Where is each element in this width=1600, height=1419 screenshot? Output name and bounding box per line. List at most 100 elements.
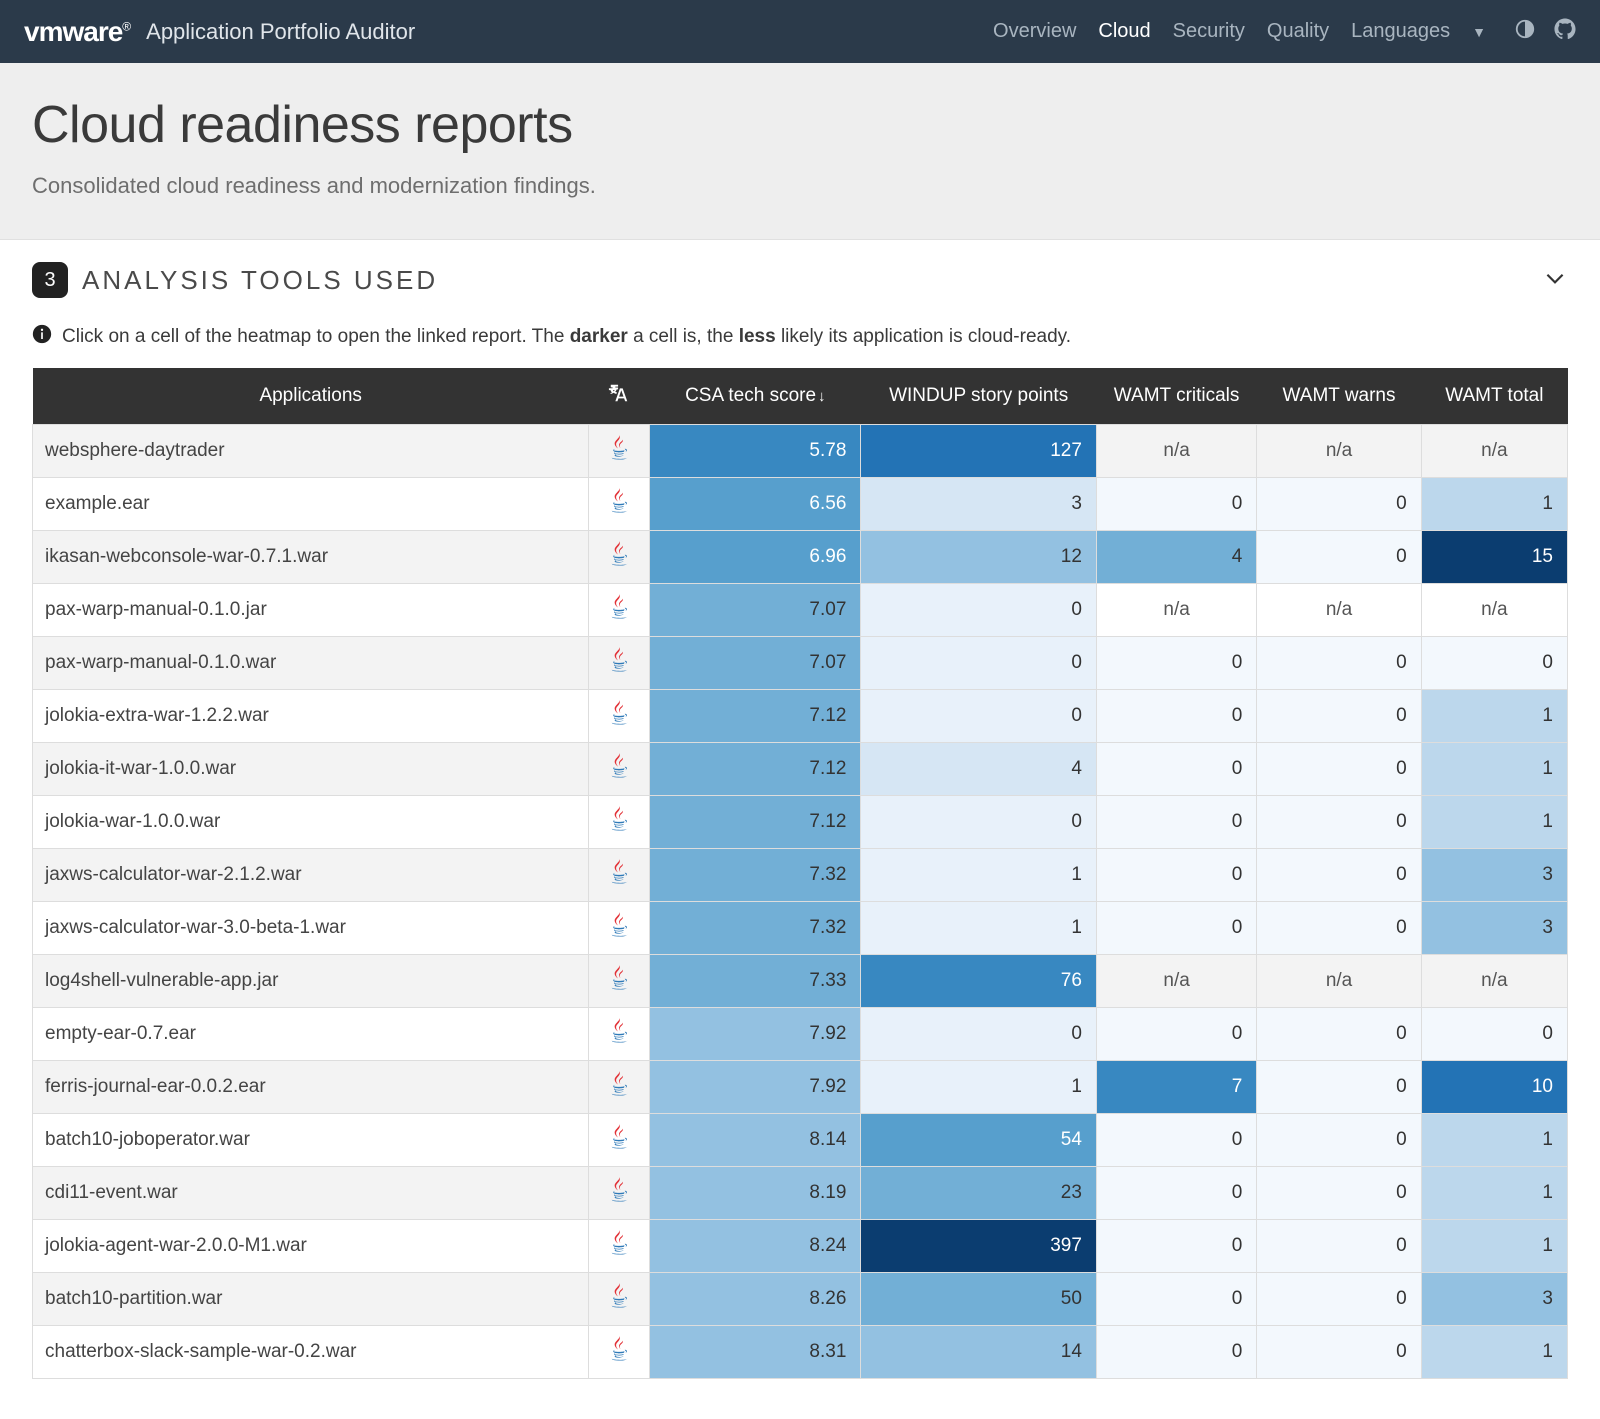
wcrit-cell[interactable]: 0 xyxy=(1096,849,1256,902)
windup-cell[interactable]: 12 xyxy=(861,531,1097,584)
col-wamt-total[interactable]: WAMT total xyxy=(1421,368,1567,425)
wcrit-cell[interactable]: 4 xyxy=(1096,531,1256,584)
csa-cell[interactable]: 7.33 xyxy=(650,955,861,1008)
wcrit-cell[interactable]: 0 xyxy=(1096,637,1256,690)
csa-cell[interactable]: 7.12 xyxy=(650,690,861,743)
windup-cell[interactable]: 0 xyxy=(861,584,1097,637)
app-name-cell[interactable]: pax-warp-manual-0.1.0.jar xyxy=(33,584,589,637)
csa-cell[interactable]: 8.14 xyxy=(650,1114,861,1167)
wwarn-cell[interactable]: 0 xyxy=(1257,902,1421,955)
wcrit-cell[interactable]: 0 xyxy=(1096,478,1256,531)
app-name-cell[interactable]: chatterbox-slack-sample-war-0.2.war xyxy=(33,1326,589,1379)
wcrit-cell[interactable]: 0 xyxy=(1096,743,1256,796)
wtotal-cell[interactable]: 1 xyxy=(1421,1220,1567,1273)
csa-cell[interactable]: 5.78 xyxy=(650,425,861,478)
csa-cell[interactable]: 7.32 xyxy=(650,849,861,902)
csa-cell[interactable]: 7.92 xyxy=(650,1008,861,1061)
tools-header[interactable]: 3 ANALYSIS TOOLS USED xyxy=(32,262,1568,298)
app-name-cell[interactable]: batch10-partition.war xyxy=(33,1273,589,1326)
wtotal-cell[interactable]: 1 xyxy=(1421,1326,1567,1379)
csa-cell[interactable]: 8.26 xyxy=(650,1273,861,1326)
wwarn-cell[interactable]: 0 xyxy=(1257,849,1421,902)
windup-cell[interactable]: 4 xyxy=(861,743,1097,796)
app-name-cell[interactable]: jolokia-it-war-1.0.0.war xyxy=(33,743,589,796)
windup-cell[interactable]: 0 xyxy=(861,690,1097,743)
wcrit-cell[interactable]: 0 xyxy=(1096,1167,1256,1220)
wtotal-cell[interactable]: 3 xyxy=(1421,849,1567,902)
col-wamt-warns[interactable]: WAMT warns xyxy=(1257,368,1421,425)
theme-toggle-icon[interactable] xyxy=(1514,18,1536,46)
windup-cell[interactable]: 1 xyxy=(861,849,1097,902)
wtotal-cell[interactable]: 1 xyxy=(1421,1167,1567,1220)
wwarn-cell[interactable]: 0 xyxy=(1257,1326,1421,1379)
app-name-cell[interactable]: jolokia-war-1.0.0.war xyxy=(33,796,589,849)
wtotal-cell[interactable]: 1 xyxy=(1421,1114,1567,1167)
col-language[interactable] xyxy=(589,368,650,425)
windup-cell[interactable]: 1 xyxy=(861,902,1097,955)
col-csa-score[interactable]: CSA tech score↓ xyxy=(650,368,861,425)
wtotal-cell[interactable]: 15 xyxy=(1421,531,1567,584)
windup-cell[interactable]: 76 xyxy=(861,955,1097,1008)
wwarn-cell[interactable]: 0 xyxy=(1257,1008,1421,1061)
wcrit-cell[interactable]: 0 xyxy=(1096,902,1256,955)
app-name-cell[interactable]: jaxws-calculator-war-3.0-beta-1.war xyxy=(33,902,589,955)
wtotal-cell[interactable]: 1 xyxy=(1421,743,1567,796)
wwarn-cell[interactable]: 0 xyxy=(1257,1167,1421,1220)
wtotal-cell[interactable]: 10 xyxy=(1421,1061,1567,1114)
nav-quality[interactable]: Quality xyxy=(1267,20,1329,43)
wtotal-cell[interactable]: 3 xyxy=(1421,1273,1567,1326)
windup-cell[interactable]: 3 xyxy=(861,478,1097,531)
csa-cell[interactable]: 7.32 xyxy=(650,902,861,955)
csa-cell[interactable]: 8.19 xyxy=(650,1167,861,1220)
windup-cell[interactable]: 397 xyxy=(861,1220,1097,1273)
app-name-cell[interactable]: jolokia-extra-war-1.2.2.war xyxy=(33,690,589,743)
csa-cell[interactable]: 7.12 xyxy=(650,743,861,796)
wwarn-cell[interactable]: 0 xyxy=(1257,796,1421,849)
col-wamt-criticals[interactable]: WAMT criticals xyxy=(1096,368,1256,425)
wwarn-cell[interactable]: 0 xyxy=(1257,478,1421,531)
windup-cell[interactable]: 54 xyxy=(861,1114,1097,1167)
csa-cell[interactable]: 6.96 xyxy=(650,531,861,584)
app-name-cell[interactable]: jolokia-agent-war-2.0.0-M1.war xyxy=(33,1220,589,1273)
app-name-cell[interactable]: cdi11-event.war xyxy=(33,1167,589,1220)
wtotal-cell[interactable]: 3 xyxy=(1421,902,1567,955)
nav-languages[interactable]: Languages xyxy=(1351,20,1450,43)
wwarn-cell[interactable]: 0 xyxy=(1257,743,1421,796)
csa-cell[interactable]: 8.31 xyxy=(650,1326,861,1379)
wcrit-cell[interactable]: 0 xyxy=(1096,1008,1256,1061)
windup-cell[interactable]: 127 xyxy=(861,425,1097,478)
app-name-cell[interactable]: ikasan-webconsole-war-0.7.1.war xyxy=(33,531,589,584)
csa-cell[interactable]: 7.07 xyxy=(650,584,861,637)
csa-cell[interactable]: 6.56 xyxy=(650,478,861,531)
wwarn-cell[interactable]: 0 xyxy=(1257,1061,1421,1114)
app-name-cell[interactable]: log4shell-vulnerable-app.jar xyxy=(33,955,589,1008)
wtotal-cell[interactable]: 1 xyxy=(1421,478,1567,531)
nav-security[interactable]: Security xyxy=(1173,20,1245,43)
wwarn-cell[interactable]: 0 xyxy=(1257,690,1421,743)
col-applications[interactable]: Applications xyxy=(33,368,589,425)
nav-dropdown-caret[interactable]: ▼ xyxy=(1472,24,1486,40)
app-name-cell[interactable]: example.ear xyxy=(33,478,589,531)
wwarn-cell[interactable]: 0 xyxy=(1257,531,1421,584)
wcrit-cell[interactable]: 0 xyxy=(1096,796,1256,849)
wtotal-cell[interactable]: 1 xyxy=(1421,796,1567,849)
wcrit-cell[interactable]: 0 xyxy=(1096,1114,1256,1167)
windup-cell[interactable]: 0 xyxy=(861,1008,1097,1061)
app-name-cell[interactable]: jaxws-calculator-war-2.1.2.war xyxy=(33,849,589,902)
wcrit-cell[interactable]: 0 xyxy=(1096,1220,1256,1273)
windup-cell[interactable]: 0 xyxy=(861,796,1097,849)
windup-cell[interactable]: 23 xyxy=(861,1167,1097,1220)
app-name-cell[interactable]: pax-warp-manual-0.1.0.war xyxy=(33,637,589,690)
nav-overview[interactable]: Overview xyxy=(993,20,1076,43)
windup-cell[interactable]: 14 xyxy=(861,1326,1097,1379)
github-icon[interactable] xyxy=(1554,18,1576,46)
app-name-cell[interactable]: websphere-daytrader xyxy=(33,425,589,478)
wcrit-cell[interactable]: 0 xyxy=(1096,1326,1256,1379)
col-windup[interactable]: WINDUP story points xyxy=(861,368,1097,425)
wwarn-cell[interactable]: 0 xyxy=(1257,637,1421,690)
nav-cloud[interactable]: Cloud xyxy=(1098,20,1150,43)
wwarn-cell[interactable]: 0 xyxy=(1257,1273,1421,1326)
csa-cell[interactable]: 7.92 xyxy=(650,1061,861,1114)
windup-cell[interactable]: 1 xyxy=(861,1061,1097,1114)
wwarn-cell[interactable]: 0 xyxy=(1257,1220,1421,1273)
